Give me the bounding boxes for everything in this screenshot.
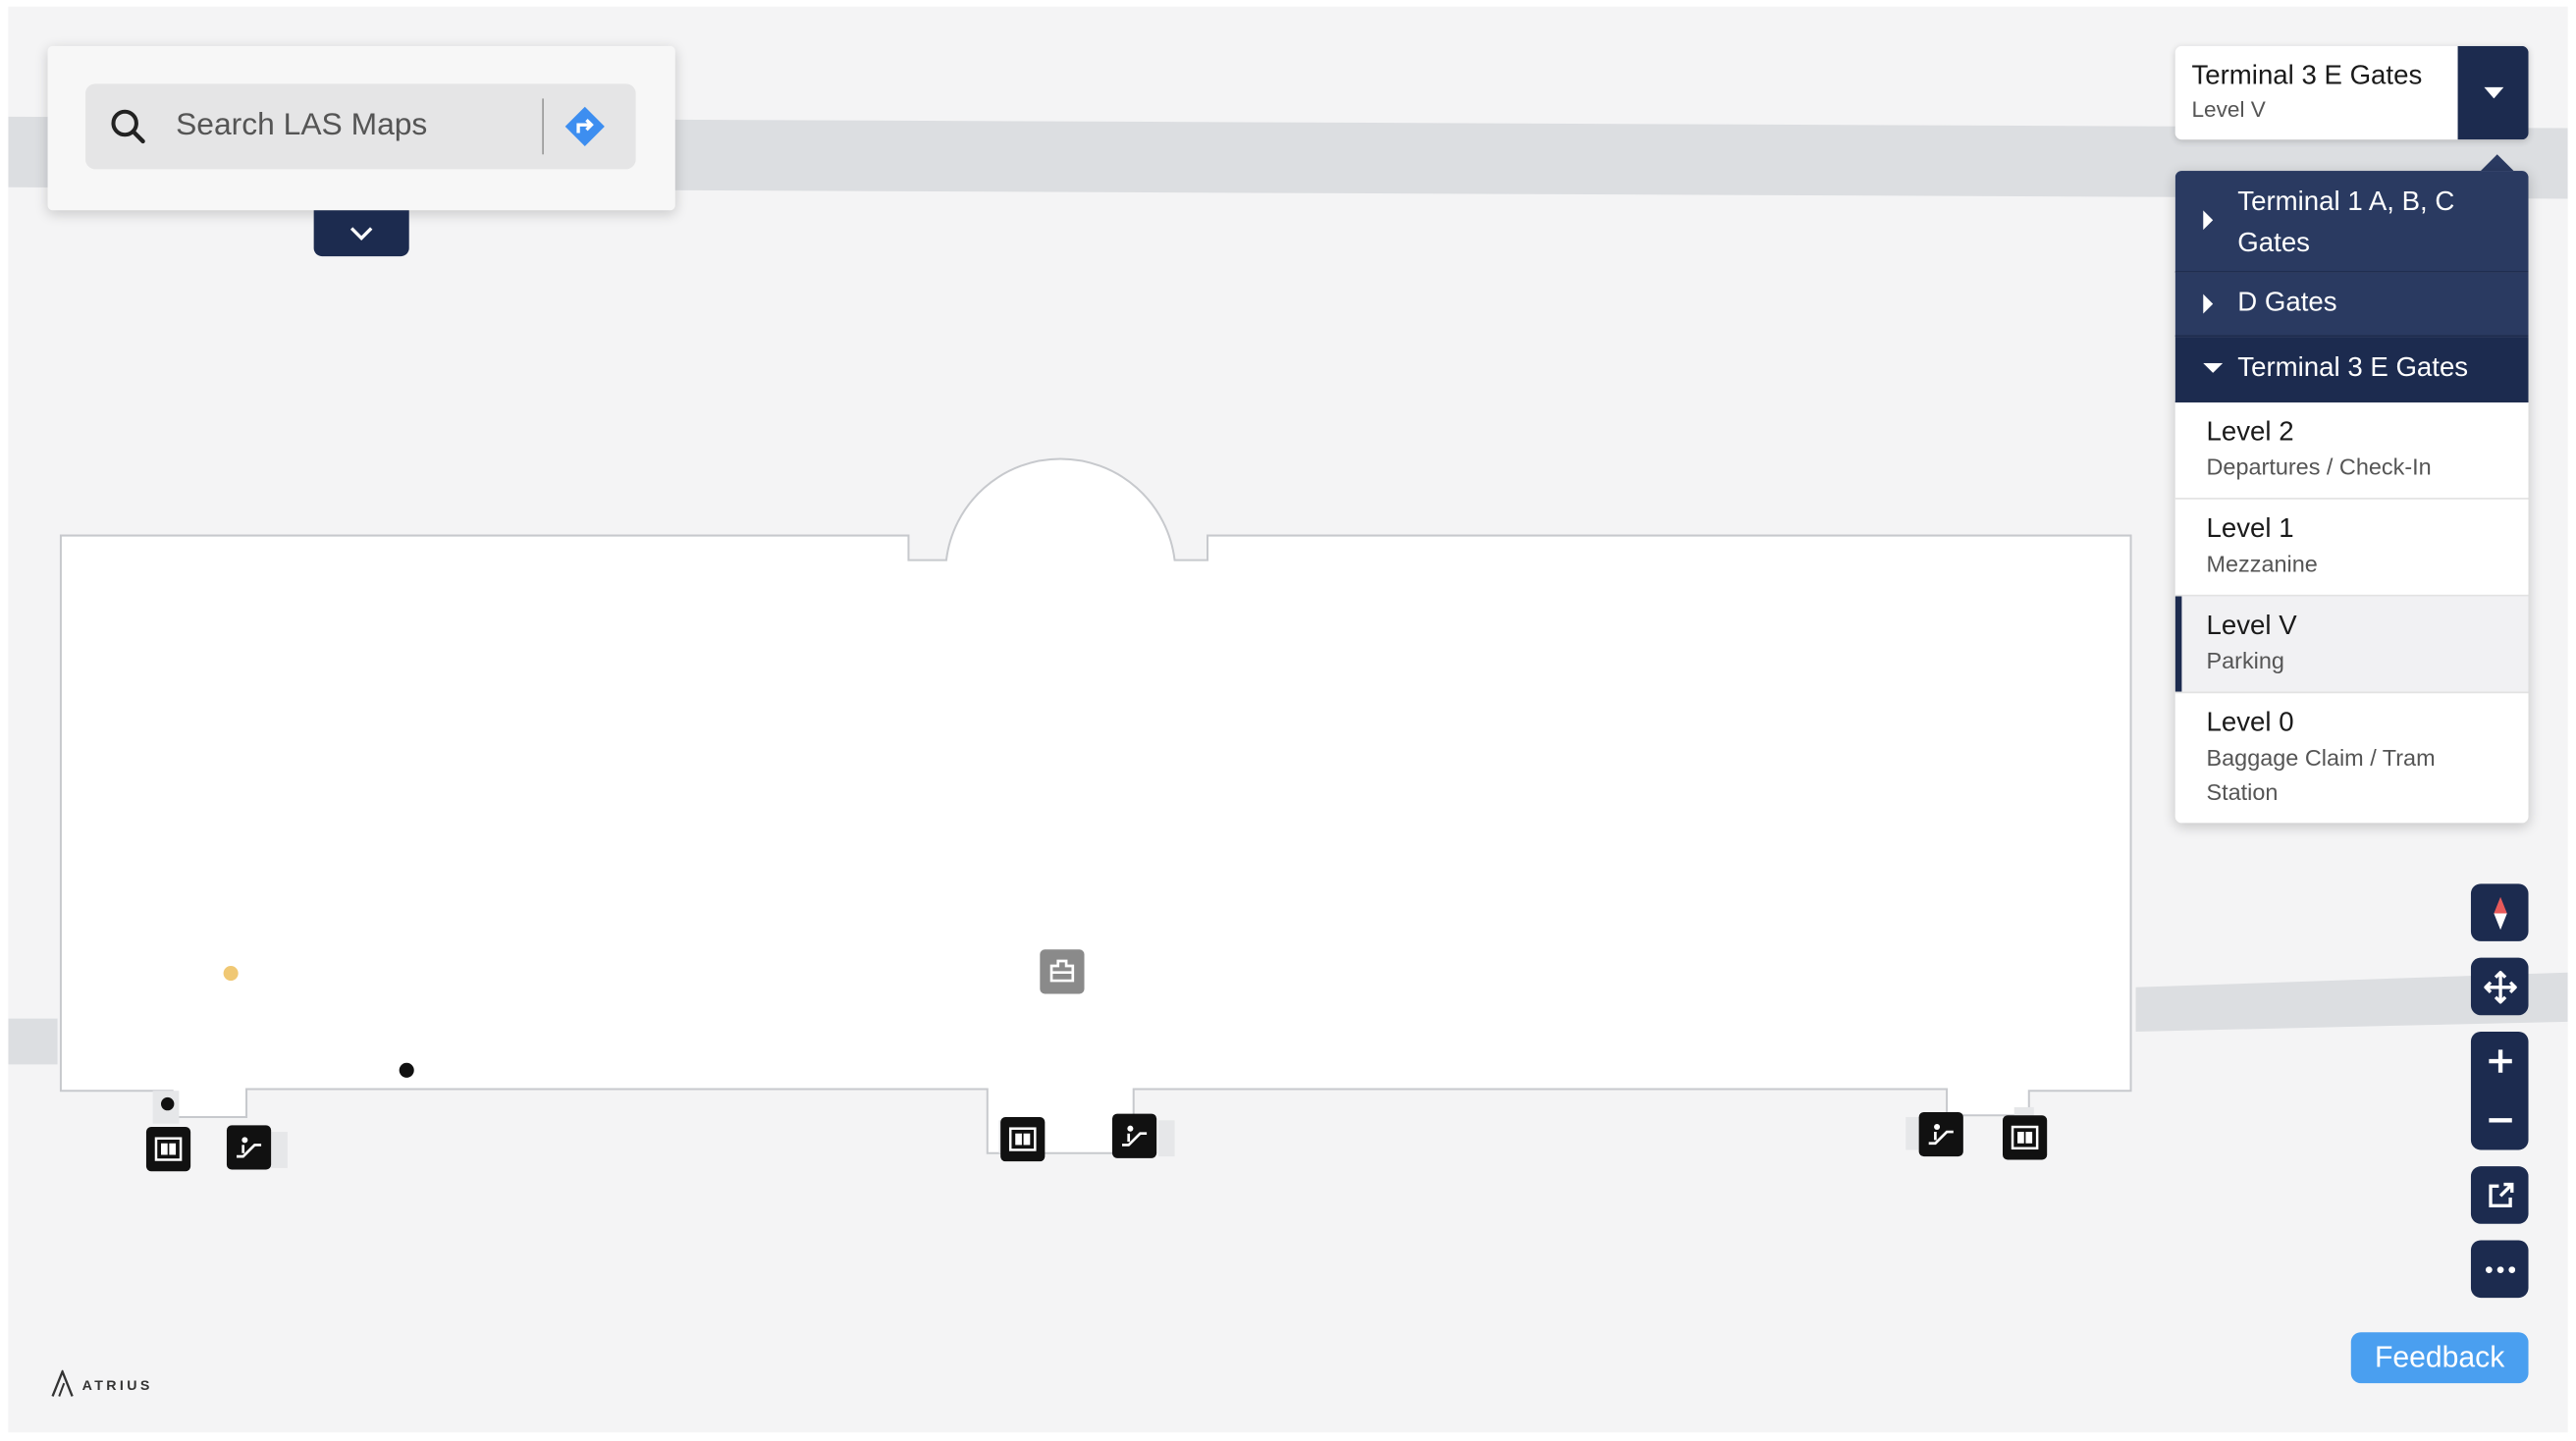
dropdown-pointer	[2480, 154, 2514, 172]
level-description: Departures / Check-In	[2206, 453, 2432, 480]
search-panel	[47, 45, 675, 211]
level-name: Level V	[2206, 611, 2297, 641]
building-dropdown-toggle[interactable]	[2457, 45, 2529, 140]
move-arrows-icon	[2483, 970, 2516, 1003]
elevator-icon[interactable]	[2002, 1115, 2048, 1160]
search-input[interactable]	[176, 103, 505, 150]
level-description: Baggage Claim / Tram Station	[2206, 744, 2436, 806]
feedback-button[interactable]: Feedback	[2350, 1332, 2529, 1384]
level-item-1[interactable]: Level 1 Mezzanine	[2174, 500, 2529, 597]
atrius-logo: ATRIUS	[51, 1369, 153, 1398]
selected-building: Terminal 3 E Gates	[2191, 60, 2423, 91]
level-item-0[interactable]: Level 0 Baggage Claim / Tram Station	[2175, 693, 2529, 823]
chevron-down-icon	[349, 226, 373, 240]
more-dots-icon	[2485, 1265, 2515, 1273]
level-description: Mezzanine	[2206, 550, 2318, 577]
caret-right-icon	[2203, 210, 2214, 231]
location-dot	[161, 1096, 175, 1111]
search-divider	[542, 98, 544, 155]
pan-button[interactable]	[2470, 957, 2529, 1016]
caret-right-icon	[2203, 294, 2214, 314]
location-dot	[399, 1062, 414, 1078]
zoom-in-button[interactable]	[2471, 1032, 2529, 1091]
escalator-icon[interactable]	[1111, 1113, 1157, 1158]
escalator-icon[interactable]	[226, 1125, 272, 1170]
zoom-controls	[2470, 1031, 2529, 1150]
share-button[interactable]	[2470, 1166, 2529, 1224]
more-button[interactable]	[2470, 1240, 2529, 1299]
level-name: Level 0	[2206, 708, 2294, 738]
baggage-counter-icon[interactable]	[1040, 949, 1085, 994]
building-item-label: Terminal 3 E Gates	[2237, 352, 2469, 383]
building-item-d-gates[interactable]: D Gates	[2174, 272, 2529, 338]
location-dot	[223, 966, 239, 982]
level-item-v[interactable]: Level V Parking	[2174, 596, 2529, 694]
caret-down-icon	[2203, 362, 2224, 373]
expand-search-button[interactable]	[313, 210, 409, 257]
compass-button[interactable]	[2470, 883, 2529, 941]
brand-wordmark: ATRIUS	[81, 1375, 153, 1393]
minus-icon	[2488, 1118, 2511, 1123]
elevator-icon[interactable]	[145, 1127, 191, 1172]
level-name: Level 1	[2206, 513, 2294, 544]
elevator-icon[interactable]	[1000, 1116, 1046, 1162]
level-item-2[interactable]: Level 2 Departures / Check-In	[2174, 402, 2529, 500]
level-description: Parking	[2206, 647, 2284, 674]
plus-icon	[2488, 1049, 2511, 1073]
level-name: Level 2	[2206, 417, 2294, 448]
selected-level: Level V	[2191, 96, 2266, 122]
building-item-terminal-3[interactable]: Terminal 3 E Gates	[2174, 337, 2529, 403]
building-item-label: D Gates	[2237, 287, 2337, 317]
building-level-menu: Terminal 1 A, B, C Gates D Gates Termina…	[2174, 171, 2529, 824]
compass-icon	[2493, 895, 2506, 930]
atrius-mark-icon	[51, 1369, 74, 1397]
escalator-icon[interactable]	[1918, 1111, 1963, 1157]
search-bar[interactable]	[85, 83, 636, 170]
directions-icon[interactable]	[564, 105, 607, 148]
external-link-icon	[2488, 1182, 2513, 1207]
zoom-out-button[interactable]	[2471, 1091, 2529, 1149]
building-selector[interactable]: Terminal 3 E Gates Level V	[2174, 45, 2529, 140]
building-item-terminal-1[interactable]: Terminal 1 A, B, C Gates	[2174, 171, 2529, 273]
caret-down-icon	[2483, 86, 2503, 99]
search-icon	[111, 109, 145, 144]
map-viewer: Terminal 3 E Gates Level V Terminal 1 A,…	[0, 0, 2576, 1441]
building-item-label: Terminal 1 A, B, C Gates	[2237, 187, 2455, 258]
